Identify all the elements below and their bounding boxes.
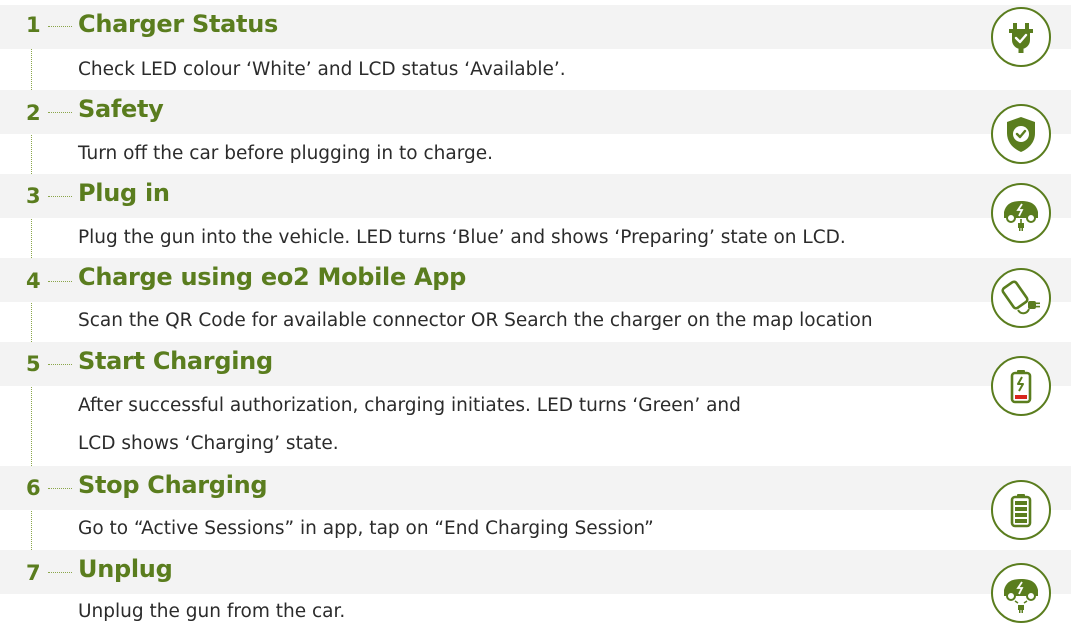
step-6-title: Stop Charging: [78, 471, 268, 499]
step-1-number: 1: [26, 13, 41, 37]
electric-car-plug-icon: [991, 183, 1051, 243]
battery-full-icon: [991, 480, 1051, 540]
shield-check-icon: [991, 104, 1051, 164]
step-2-description: Turn off the car before plugging in to c…: [78, 143, 494, 164]
step-7-number: 7: [26, 561, 41, 585]
electric-car-unplug-icon: [991, 563, 1051, 623]
step-2-leader: [48, 112, 72, 113]
step-2-title: Safety: [78, 95, 164, 123]
step-1-leader: [48, 26, 72, 27]
step-3-description: Plug the gun into the vehicle. LED turns…: [78, 227, 846, 248]
battery-charging-icon: [991, 356, 1051, 416]
step-4-leader: [48, 281, 72, 282]
phone-plug-icon: [991, 268, 1051, 328]
step-5-description-line-1: After successful authorization, charging…: [78, 395, 741, 416]
step-5-description-line-2: LCD shows ‘Charging’ state.: [78, 433, 339, 454]
plug-check-icon: [991, 7, 1051, 67]
step-6-number: 6: [26, 476, 41, 500]
step-3-leader: [48, 196, 72, 197]
step-7-title: Unplug: [78, 555, 173, 583]
step-4-title: Charge using eo2 Mobile App: [78, 263, 467, 291]
step-4-description: Scan the QR Code for available connector…: [78, 310, 873, 331]
step-1-description: Check LED colour ‘White’ and LCD status …: [78, 59, 566, 80]
step-6-leader: [48, 488, 72, 489]
step-5-leader: [48, 364, 72, 365]
step-4-number: 4: [26, 269, 41, 293]
step-3-title: Plug in: [78, 179, 170, 207]
step-7-leader: [48, 572, 72, 573]
step-3-number: 3: [26, 184, 41, 208]
step-6-description: Go to “Active Sessions” in app, tap on “…: [78, 518, 654, 539]
step-5-title: Start Charging: [78, 347, 273, 375]
step-5-number: 5: [26, 352, 41, 376]
step-2-number: 2: [26, 101, 41, 125]
step-7-description: Unplug the gun from the car.: [78, 601, 346, 622]
step-1-title: Charger Status: [78, 10, 278, 38]
